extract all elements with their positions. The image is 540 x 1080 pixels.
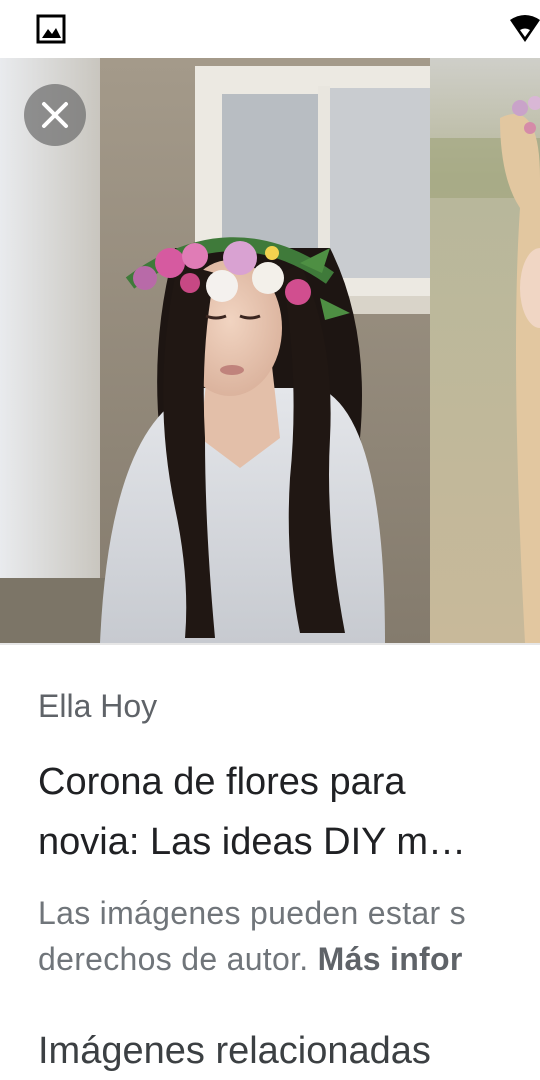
main-photo[interactable] bbox=[0, 58, 430, 643]
related-images-heading: Imágenes relacionadas bbox=[38, 1030, 431, 1072]
copyright-notice: Las imágenes pueden estar s derechos de … bbox=[38, 890, 540, 982]
wifi-icon bbox=[510, 15, 540, 42]
copyright-line-2-text: derechos de autor. bbox=[38, 941, 318, 977]
image-viewer[interactable] bbox=[0, 58, 540, 643]
divider bbox=[0, 643, 540, 645]
status-bar bbox=[0, 0, 540, 58]
more-info-link[interactable]: Más infor bbox=[318, 941, 463, 977]
source-name[interactable]: Ella Hoy bbox=[38, 688, 157, 725]
image-icon bbox=[36, 14, 66, 44]
next-photo-preview[interactable] bbox=[430, 58, 540, 643]
result-title-line-1: Corona de flores para bbox=[38, 761, 406, 803]
copyright-line-1: Las imágenes pueden estar s bbox=[38, 895, 466, 931]
result-title[interactable]: Corona de flores para novia: Las ideas D… bbox=[38, 752, 528, 872]
result-title-line-2: novia: Las ideas DIY m… bbox=[38, 821, 467, 863]
close-button[interactable] bbox=[24, 84, 86, 146]
close-icon bbox=[42, 102, 68, 128]
copyright-line-2: derechos de autor. Más infor bbox=[38, 936, 540, 982]
image-viewer-screen: Ella Hoy Corona de flores para novia: La… bbox=[0, 0, 540, 1080]
